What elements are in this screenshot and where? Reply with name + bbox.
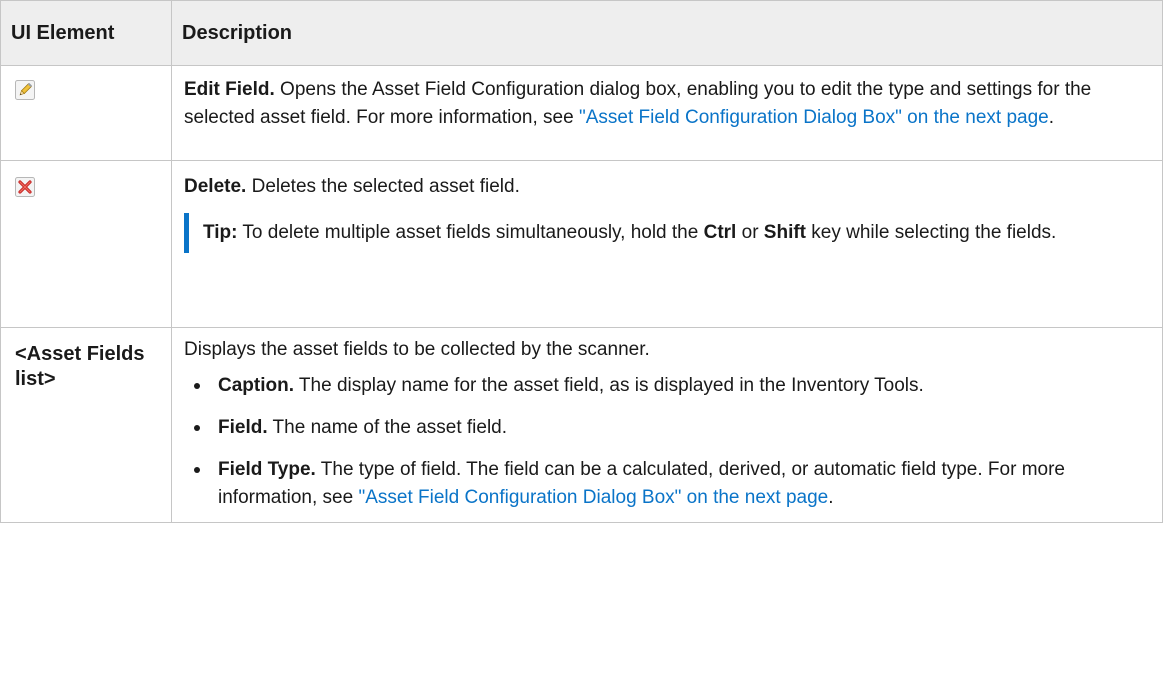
description-cell: Edit Field. Opens the Asset Field Config… [171,65,1163,161]
item-label: Caption. [218,375,294,396]
item-title: Delete. [184,176,247,197]
description-cell: Displays the asset fields to be collecte… [171,327,1163,523]
bullet-icon [194,383,200,389]
table-header-row: UI Element Description [0,0,1163,66]
description-cell: Delete. Deletes the selected asset field… [171,160,1163,328]
ui-element-cell: <Asset Fields list> [0,327,172,523]
list-item: Field. The name of the asset field. [184,414,1150,442]
tip-note: Tip: To delete multiple asset fields sim… [184,213,1150,253]
asset-fields-intro: Displays the asset fields to be collecte… [184,339,650,360]
asset-fields-bullet-list: Caption. The display name for the asset … [184,372,1150,512]
bullet-icon [194,467,200,473]
punctuation: . [828,487,834,508]
asset-fields-list-label: <Asset Fields list> [15,343,145,390]
tip-text: To delete multiple asset fields simultan… [237,222,704,243]
item-text: The name of the asset field. [267,417,508,438]
table-row: Delete. Deletes the selected asset field… [0,160,1163,328]
list-item: Field Type. The type of field. The field… [184,456,1150,512]
key-shift: Shift [763,222,807,243]
item-label: Field Type. [218,459,316,480]
header-description: Description [171,0,1163,66]
item-text: Deletes the selected asset field. [246,176,520,197]
ui-element-cell [0,160,172,328]
tip-text: key while selecting the fields. [806,222,1057,243]
key-ctrl: Ctrl [703,222,737,243]
asset-field-config-link[interactable]: "Asset Field Configuration Dialog Box" o… [579,107,1049,128]
tip-label: Tip: [203,222,238,243]
edit-pencil-icon [15,80,35,100]
table-row: <Asset Fields list> Displays the asset f… [0,327,1163,523]
table-row: Edit Field. Opens the Asset Field Config… [0,65,1163,161]
bullet-icon [194,425,200,431]
ui-elements-table: UI Element Description Edit Field. Opens… [0,0,1163,523]
tip-text: or [736,222,764,243]
item-text: The display name for the asset field, as… [294,375,924,396]
delete-x-icon [15,177,35,197]
item-label: Field. [218,417,268,438]
ui-element-cell [0,65,172,161]
asset-field-config-link[interactable]: "Asset Field Configuration Dialog Box" o… [358,487,828,508]
delete-description: Delete. Deletes the selected asset field… [184,173,1150,201]
header-ui-element: UI Element [0,0,172,66]
list-item: Caption. The display name for the asset … [184,372,1150,400]
punctuation: . [1048,107,1055,128]
item-title: Edit Field. [184,79,275,100]
